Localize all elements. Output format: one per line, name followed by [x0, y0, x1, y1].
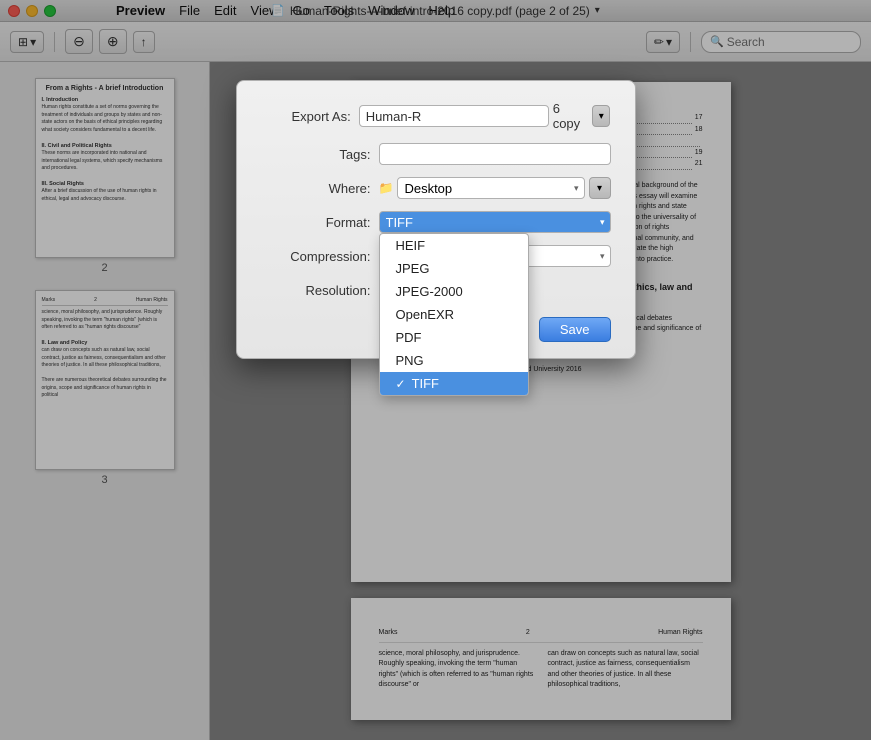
format-option-pdf[interactable]: PDF [380, 326, 528, 349]
format-option-heif[interactable]: HEIF [380, 234, 528, 257]
where-row: Where: 📁 Desktop Documents Downloads ▾ ▾ [261, 177, 611, 199]
heif-label: HEIF [396, 238, 426, 253]
modal-overlay: Export As: 6 copy ▾ Tags: Where: 📁 Deskt… [0, 0, 871, 740]
png-label: PNG [396, 353, 424, 368]
format-select[interactable]: TIFF HEIF JPEG JPEG-2000 OpenEXR PDF PNG [379, 211, 611, 233]
folder-icon: 📁 [379, 181, 394, 195]
where-dropdown-button[interactable]: ▾ [589, 177, 611, 199]
where-select[interactable]: Desktop Documents Downloads [397, 177, 584, 199]
where-select-wrapper: 📁 Desktop Documents Downloads ▾ [379, 177, 585, 199]
tags-input[interactable] [379, 143, 611, 165]
export-modal: Export As: 6 copy ▾ Tags: Where: 📁 Deskt… [236, 80, 636, 359]
chevron-down-icon: ▾ [599, 111, 604, 122]
jpeg2000-label: JPEG-2000 [396, 284, 463, 299]
jpeg-label: JPEG [396, 261, 430, 276]
check-icon: ✓ [396, 377, 406, 391]
pdf-label: PDF [396, 330, 422, 345]
where-label: Where: [261, 181, 371, 196]
openexr-label: OpenEXR [396, 307, 455, 322]
tiff-label: TIFF [412, 376, 439, 391]
export-as-dropdown-button[interactable]: ▾ [592, 105, 610, 127]
tags-label: Tags: [261, 147, 371, 162]
export-as-row: Export As: 6 copy ▾ [261, 101, 611, 131]
format-select-wrapper: TIFF HEIF JPEG JPEG-2000 OpenEXR PDF PNG… [379, 211, 611, 233]
format-option-jpeg2000[interactable]: JPEG-2000 [380, 280, 528, 303]
tags-row: Tags: [261, 143, 611, 165]
format-option-openexr[interactable]: OpenEXR [380, 303, 528, 326]
chevron-down-icon: ▾ [597, 183, 602, 194]
format-label: Format: [261, 215, 371, 230]
export-as-label: Export As: [261, 109, 351, 124]
resolution-label: Resolution: [261, 283, 371, 298]
save-button[interactable]: Save [539, 317, 611, 342]
format-option-png[interactable]: PNG [380, 349, 528, 372]
compression-label: Compression: [261, 249, 371, 264]
format-option-tiff[interactable]: ✓ TIFF [380, 372, 528, 395]
format-row: Format: TIFF HEIF JPEG JPEG-2000 OpenEXR… [261, 211, 611, 233]
export-as-input[interactable] [359, 105, 549, 127]
format-dropdown-popup: HEIF JPEG JPEG-2000 OpenEXR PDF PNG [379, 233, 529, 396]
format-option-jpeg[interactable]: JPEG [380, 257, 528, 280]
export-as-suffix: 6 copy [553, 101, 584, 131]
